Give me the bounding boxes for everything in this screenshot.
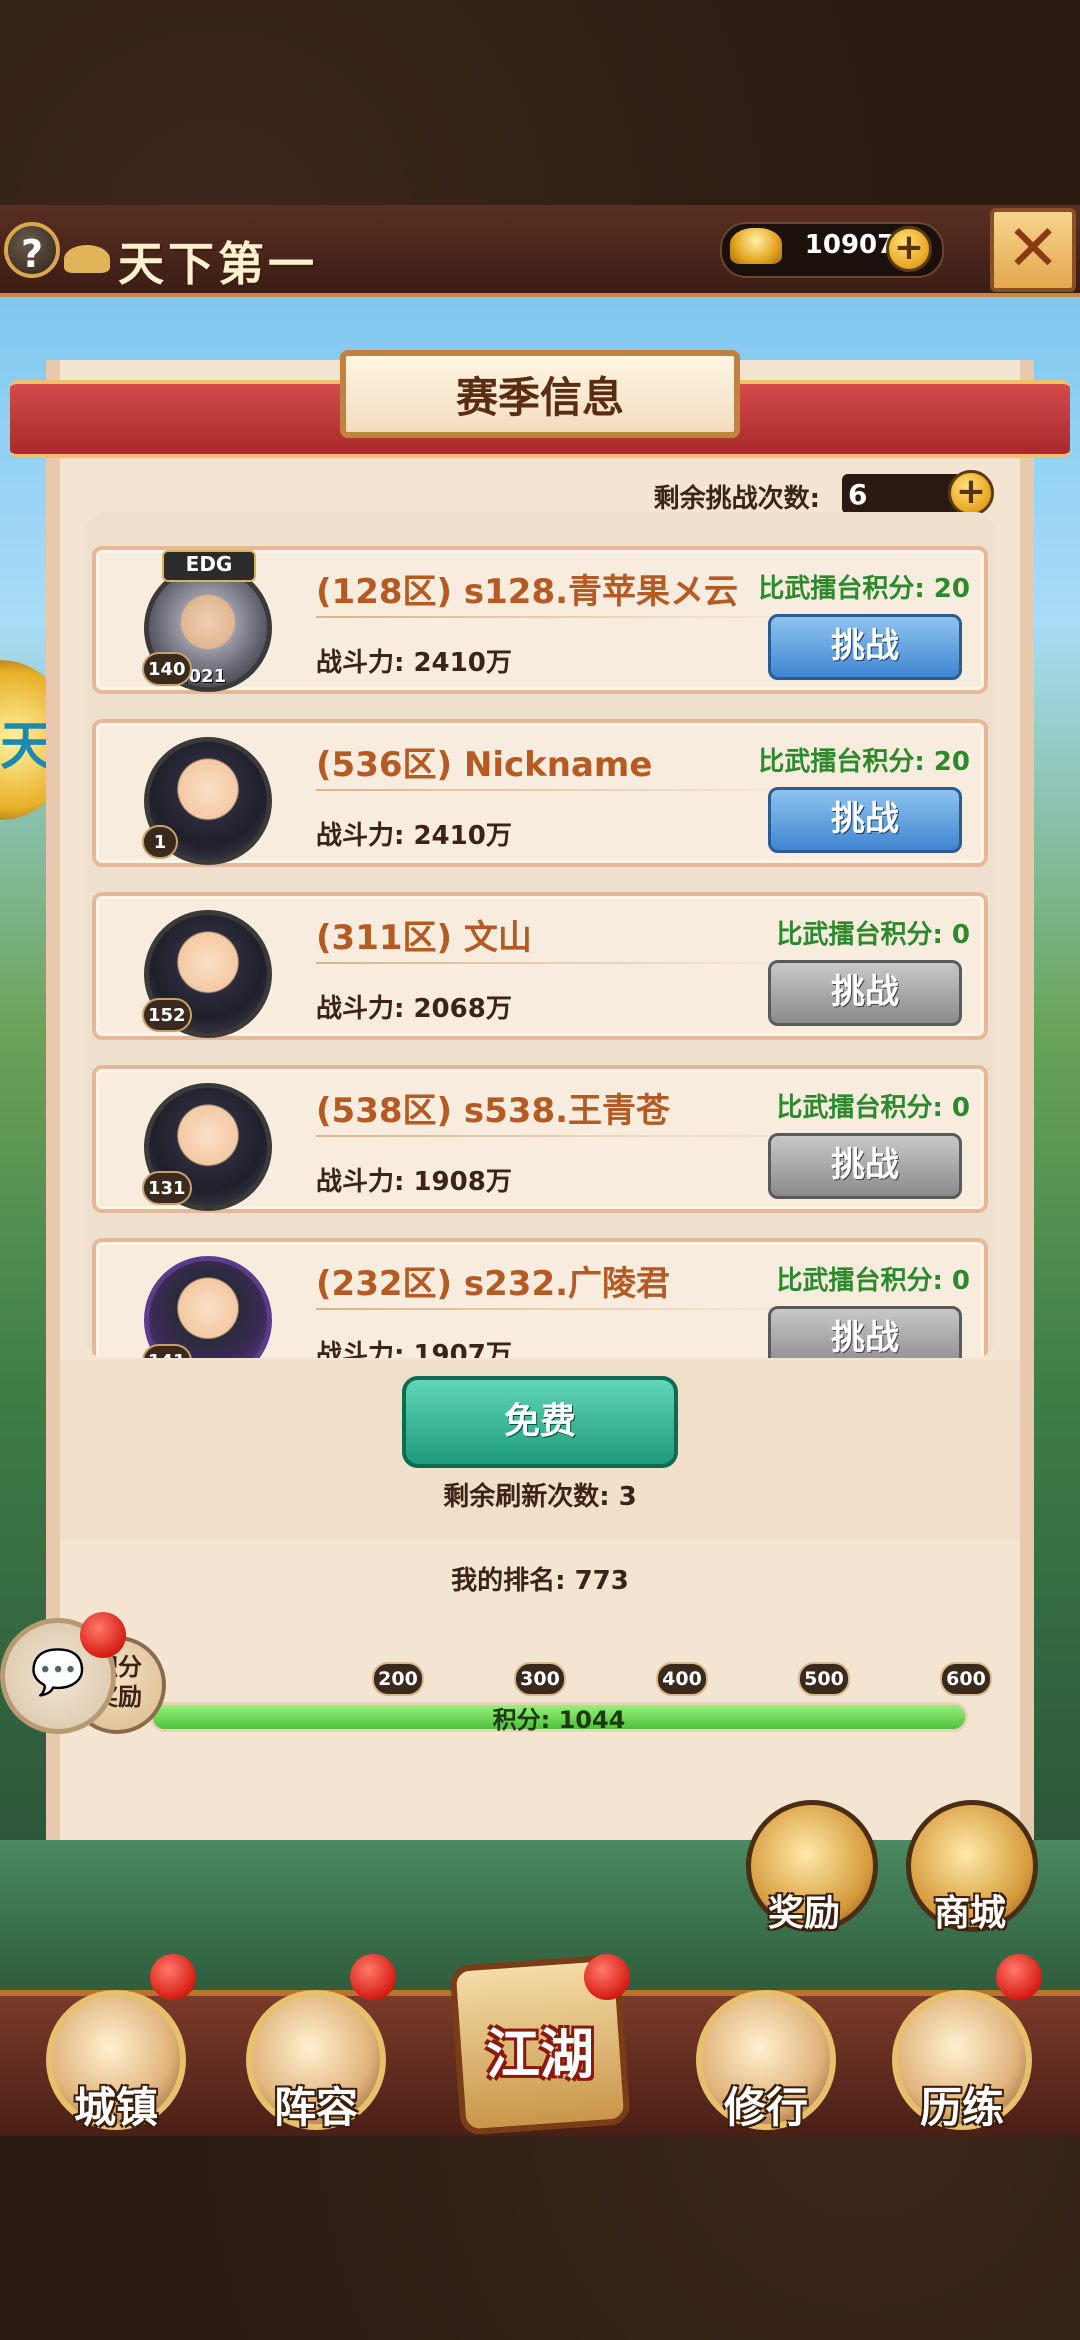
milestone-marker[interactable]: 600: [940, 1662, 992, 1696]
arena-score: 比武擂台积分: 20: [758, 747, 970, 777]
level-badge: 1: [142, 825, 178, 859]
refresh-remaining-text: 剩余刷新次数: 3: [443, 1482, 637, 1512]
challenge-button[interactable]: 挑战: [768, 787, 962, 853]
challenge-button[interactable]: 挑战: [768, 1133, 962, 1199]
opponent-name: (538区) s538.王青苍: [316, 1091, 671, 1131]
combat-power: 战斗力: 1908万: [316, 1167, 512, 1197]
notification-dot: [150, 1954, 196, 2000]
left-side-tab-glyph: 天: [0, 717, 53, 777]
nav-lineup-label: 阵容: [273, 2083, 358, 2132]
challenges-remaining-value: 6: [848, 478, 868, 511]
edg-badge: EDG: [162, 550, 256, 582]
challenge-button[interactable]: 挑战: [768, 1306, 962, 1358]
opponent-row: 1 (536区) Nickname 比武擂台积分: 20 战斗力: 2410万 …: [92, 719, 988, 867]
challenge-button[interactable]: 挑战: [768, 960, 962, 1026]
help-button[interactable]: ?: [4, 222, 60, 278]
level-badge: 140: [142, 652, 192, 686]
combat-power: 战斗力: 2410万: [316, 648, 512, 678]
combat-power: 战斗力: 1907万: [316, 1340, 512, 1358]
opponent-name: (128区) s128.青苹果メ云: [316, 572, 739, 612]
close-button[interactable]: ✕: [990, 208, 1076, 292]
nav-training-label: 历练: [919, 2083, 1004, 2132]
my-rank-text: 我的排名: 773: [451, 1566, 629, 1596]
arena-score: 比武擂台积分: 0: [776, 1266, 970, 1296]
row-divider: [316, 1308, 836, 1310]
opponent-row: EDG 2021 140 (128区) s128.青苹果メ云 比武擂台积分: 2…: [92, 546, 988, 694]
milestone-marker[interactable]: 500: [798, 1662, 850, 1696]
row-divider: [316, 1135, 836, 1137]
cloud-icon: [64, 245, 110, 273]
add-currency-button[interactable]: +: [886, 226, 932, 272]
opponent-list[interactable]: EDG 2021 140 (128区) s128.青苹果メ云 比武擂台积分: 2…: [86, 512, 994, 1358]
milestone-marker[interactable]: 200: [372, 1662, 424, 1696]
combat-power: 战斗力: 2068万: [316, 994, 512, 1024]
opponent-row: 131 (538区) s538.王青苍 比武擂台积分: 0 战斗力: 1908万…: [92, 1065, 988, 1213]
milestone-marker[interactable]: 400: [656, 1662, 708, 1696]
row-divider: [316, 962, 836, 964]
gold-ingot-icon: [730, 228, 782, 264]
notification-dot: [996, 1954, 1042, 2000]
add-challenges-button[interactable]: +: [948, 470, 994, 516]
level-badge: 141: [142, 1344, 192, 1358]
notification-dot: [350, 1954, 396, 2000]
level-badge: 152: [142, 998, 192, 1032]
avatar[interactable]: [144, 1256, 272, 1358]
currency-value: 10907: [804, 230, 896, 260]
page-title: 天下第一: [118, 237, 318, 291]
opponent-name: (311区) 文山: [316, 918, 532, 958]
nav-cultivation-label: 修行: [723, 2083, 808, 2132]
opponent-name: (536区) Nickname: [316, 745, 653, 785]
shop-button-label: 商城: [934, 1893, 1007, 1934]
challenge-button[interactable]: 挑战: [768, 614, 962, 680]
combat-power: 战斗力: 2410万: [316, 821, 512, 851]
milestone-marker[interactable]: 300: [514, 1662, 566, 1696]
notification-dot: [80, 1612, 126, 1658]
row-divider: [316, 789, 836, 791]
challenges-remaining-label: 剩余挑战次数:: [653, 484, 820, 514]
row-divider: [316, 616, 836, 618]
arena-score: 比武擂台积分: 0: [776, 920, 970, 950]
free-refresh-button[interactable]: 免费: [402, 1376, 678, 1468]
nav-town-label: 城镇: [73, 2083, 158, 2132]
arena-score: 比武擂台积分: 20: [758, 574, 970, 604]
points-label: 积分: 1044: [492, 1706, 626, 1734]
level-badge: 131: [142, 1171, 192, 1205]
opponent-row: 141 (232区) s232.广陵君 比武擂台积分: 0 战斗力: 1907万…: [92, 1238, 988, 1358]
section-title: 赛季信息: [455, 373, 624, 422]
arena-score: 比武擂台积分: 0: [776, 1093, 970, 1123]
nav-jianghu-label: 江湖: [486, 2023, 594, 2086]
reward-button-label: 奖励: [768, 1893, 841, 1934]
opponent-name: (232区) s232.广陵君: [316, 1264, 671, 1304]
notification-dot: [584, 1954, 630, 2000]
opponent-row: 152 (311区) 文山 比武擂台积分: 0 战斗力: 2068万 挑战: [92, 892, 988, 1040]
